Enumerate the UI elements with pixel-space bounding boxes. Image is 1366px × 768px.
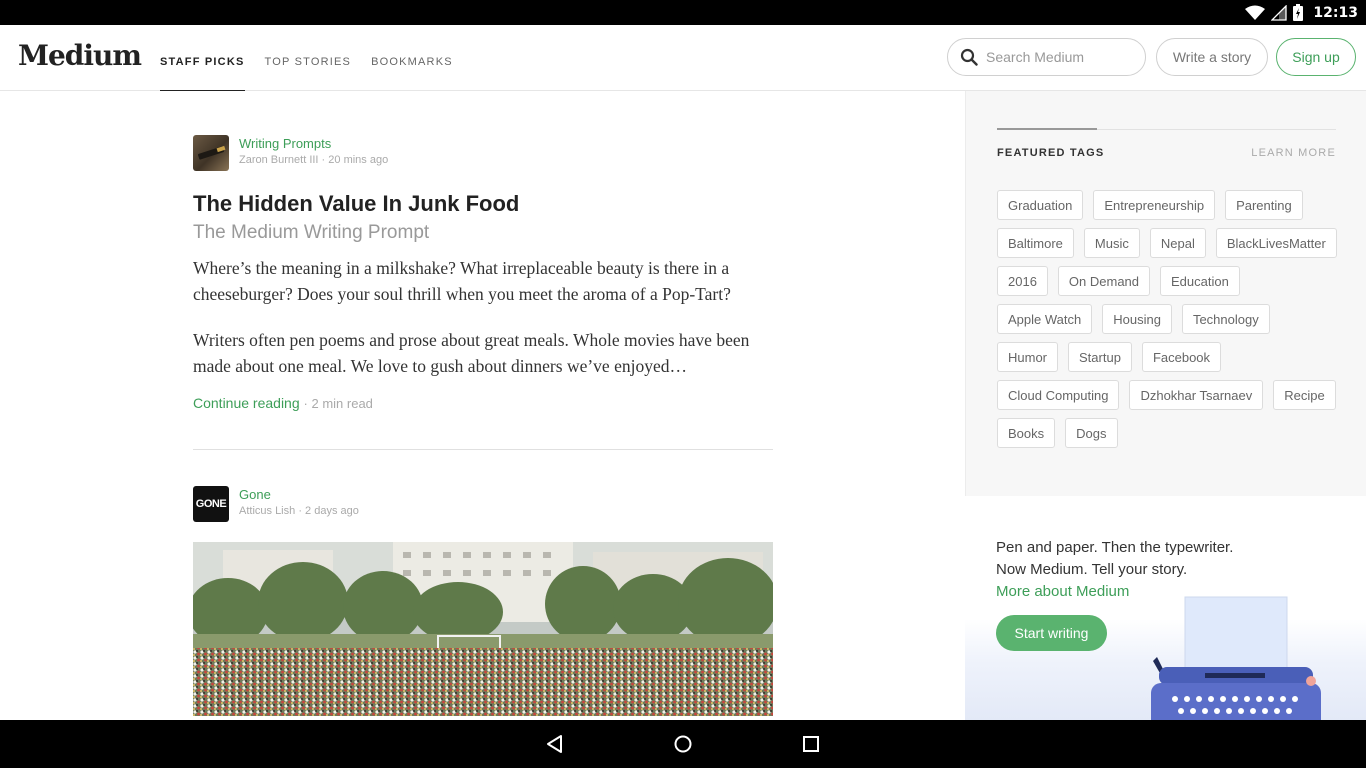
promo-line: Now Medium. Tell your story. bbox=[996, 561, 1188, 578]
recents-icon[interactable] bbox=[799, 732, 823, 756]
publication-avatar[interactable] bbox=[193, 135, 229, 171]
read-time: 2 min read bbox=[311, 396, 373, 411]
tab-staff-picks[interactable]: STAFF PICKS bbox=[160, 25, 245, 92]
write-story-button[interactable]: Write a story bbox=[1156, 38, 1268, 76]
story-header: GONE Gone Atticus Lish · 2 days ago bbox=[193, 486, 773, 522]
tag-chip[interactable]: On Demand bbox=[1057, 266, 1151, 296]
read-more-row: Continue reading · 2 min read bbox=[193, 395, 373, 411]
app-header: Medium STAFF PICKS TOP STORIES BOOKMARKS… bbox=[0, 25, 1366, 92]
tag-chip[interactable]: Graduation bbox=[997, 190, 1084, 220]
tag-chip[interactable]: Technology bbox=[1181, 304, 1270, 334]
search-placeholder: Search Medium bbox=[986, 49, 1085, 65]
story-time: 2 days ago bbox=[305, 505, 359, 517]
story-meta: Zaron Burnett III · 20 mins ago bbox=[239, 154, 389, 166]
excerpt-paragraph: Writers often pen poems and prose about … bbox=[193, 330, 750, 376]
section-rule bbox=[997, 128, 1336, 130]
home-icon[interactable] bbox=[671, 732, 695, 756]
sign-up-button[interactable]: Sign up bbox=[1276, 38, 1356, 76]
tag-chip[interactable]: Dzhokhar Tsarnaev bbox=[1129, 380, 1264, 410]
tag-chip[interactable]: Humor bbox=[997, 342, 1059, 372]
story-meta: Atticus Lish · 2 days ago bbox=[239, 505, 359, 517]
tab-bookmarks[interactable]: BOOKMARKS bbox=[371, 25, 453, 91]
search-input[interactable]: Search Medium bbox=[947, 38, 1146, 76]
story-divider bbox=[193, 449, 773, 450]
story-feed: Writing Prompts Zaron Burnett III · 20 m… bbox=[0, 91, 965, 720]
continue-reading-link[interactable]: Continue reading bbox=[193, 395, 300, 411]
back-icon[interactable] bbox=[543, 732, 567, 756]
story-header: Writing Prompts Zaron Burnett III · 20 m… bbox=[193, 135, 773, 171]
publication-avatar[interactable]: GONE bbox=[193, 486, 229, 522]
publication-link[interactable]: Writing Prompts bbox=[239, 135, 388, 153]
nav-tabs: STAFF PICKS TOP STORIES BOOKMARKS bbox=[160, 25, 453, 92]
clock: 12:13 bbox=[1313, 4, 1358, 21]
tag-chip[interactable]: Cloud Computing bbox=[997, 380, 1120, 410]
tag-chip[interactable]: Music bbox=[1083, 228, 1140, 258]
tag-chip[interactable]: Education bbox=[1160, 266, 1240, 296]
author-link[interactable]: Zaron Burnett III bbox=[239, 154, 318, 166]
story-excerpt: Where’s the meaning in a milkshake? What… bbox=[193, 255, 773, 379]
excerpt-paragraph: Where’s the meaning in a milkshake? What… bbox=[193, 258, 731, 304]
story-time: 20 mins ago bbox=[328, 154, 389, 166]
typewriter-illustration bbox=[1151, 596, 1321, 720]
promo-panel: Pen and paper. Then the typewriter. Now … bbox=[965, 496, 1366, 720]
tag-list: Graduation Entrepreneurship Parenting Balti… bbox=[997, 190, 1337, 448]
publication-link[interactable]: Gone bbox=[239, 486, 359, 504]
story-card: Writing Prompts Zaron Burnett III · 20 m… bbox=[193, 135, 773, 414]
system-status-bar: 12:13 bbox=[0, 0, 1366, 25]
tag-chip[interactable]: Dogs bbox=[1065, 418, 1118, 448]
story-card: GONE Gone Atticus Lish · 2 days ago bbox=[193, 486, 773, 716]
tag-chip[interactable]: Baltimore bbox=[997, 228, 1074, 258]
story-subtitle: The Medium Writing Prompt bbox=[193, 222, 430, 243]
wifi-icon bbox=[1245, 5, 1266, 20]
medium-logo[interactable]: Medium bbox=[18, 39, 142, 72]
promo-line: Pen and paper. Then the typewriter. bbox=[996, 539, 1234, 556]
featured-tags-heading: FEATURED TAGS bbox=[997, 147, 1105, 159]
search-icon bbox=[960, 48, 978, 66]
tag-chip[interactable]: Housing bbox=[1102, 304, 1172, 334]
author-link[interactable]: Atticus Lish bbox=[239, 505, 295, 517]
tag-chip[interactable]: 2016 bbox=[997, 266, 1048, 296]
cell-signal-icon bbox=[1271, 4, 1288, 21]
tag-chip[interactable]: Facebook bbox=[1141, 342, 1222, 372]
tab-top-stories[interactable]: TOP STORIES bbox=[265, 25, 352, 91]
tag-chip[interactable]: Books bbox=[997, 418, 1056, 448]
story-hero-image[interactable] bbox=[193, 542, 773, 716]
tag-chip[interactable]: Startup bbox=[1068, 342, 1132, 372]
status-icons: 12:13 bbox=[1245, 0, 1366, 25]
start-writing-button[interactable]: Start writing bbox=[996, 615, 1107, 651]
tag-chip[interactable]: Nepal bbox=[1149, 228, 1206, 258]
crowd-photo bbox=[193, 542, 773, 716]
story-title[interactable]: The Hidden Value In Junk Food bbox=[193, 190, 773, 218]
tag-chip[interactable]: Recipe bbox=[1273, 380, 1336, 410]
tag-chip[interactable]: Apple Watch bbox=[997, 304, 1093, 334]
tag-chip[interactable]: Parenting bbox=[1225, 190, 1303, 220]
system-nav-bar bbox=[0, 720, 1366, 768]
battery-icon bbox=[1293, 4, 1304, 21]
sidebar: FEATURED TAGS LEARN MORE Graduation Entre… bbox=[965, 91, 1366, 496]
tag-chip[interactable]: Entrepreneurship bbox=[1093, 190, 1216, 220]
learn-more-link[interactable]: LEARN MORE bbox=[1251, 147, 1336, 159]
tag-chip[interactable]: BlackLivesMatter bbox=[1215, 228, 1337, 258]
